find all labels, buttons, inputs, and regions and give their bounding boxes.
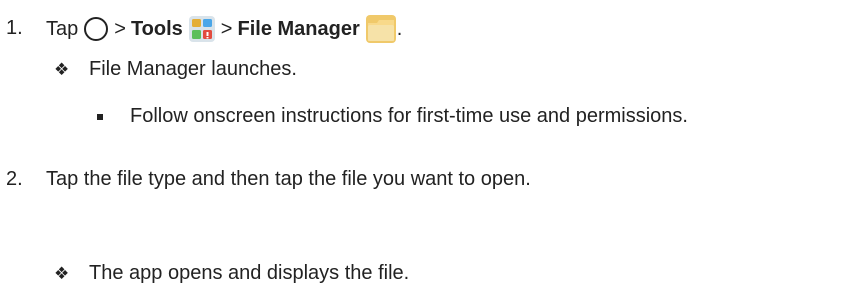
step-1: 1. Tap > Tools > File Manager . — [0, 12, 850, 44]
step-2-text: Tap the file type and then tap the file … — [46, 168, 531, 190]
period: . — [396, 17, 403, 40]
file-manager-label: File Manager — [237, 17, 360, 40]
tools-label: Tools — [130, 17, 183, 40]
step-1-text: Tap > Tools > File Manager . — [46, 14, 402, 44]
separator: > — [114, 17, 126, 40]
tools-folder-icon — [188, 16, 215, 42]
diamond-bullet-icon: ❖ — [54, 60, 70, 79]
file-manager-folder-icon — [365, 15, 396, 43]
separator: > — [220, 17, 233, 40]
step-number: 2. — [6, 168, 23, 190]
tap-word: Tap — [46, 17, 79, 40]
result-text: The app opens and displays the file. — [89, 262, 410, 284]
square-bullet-icon — [97, 114, 103, 120]
diamond-bullet-icon: ❖ — [54, 264, 70, 283]
step-number: 1. — [6, 17, 23, 39]
sub-bullet-text: Follow onscreen instructions for first-t… — [130, 105, 688, 127]
result-text: File Manager launches. — [89, 58, 297, 80]
home-circle-icon — [84, 17, 109, 41]
